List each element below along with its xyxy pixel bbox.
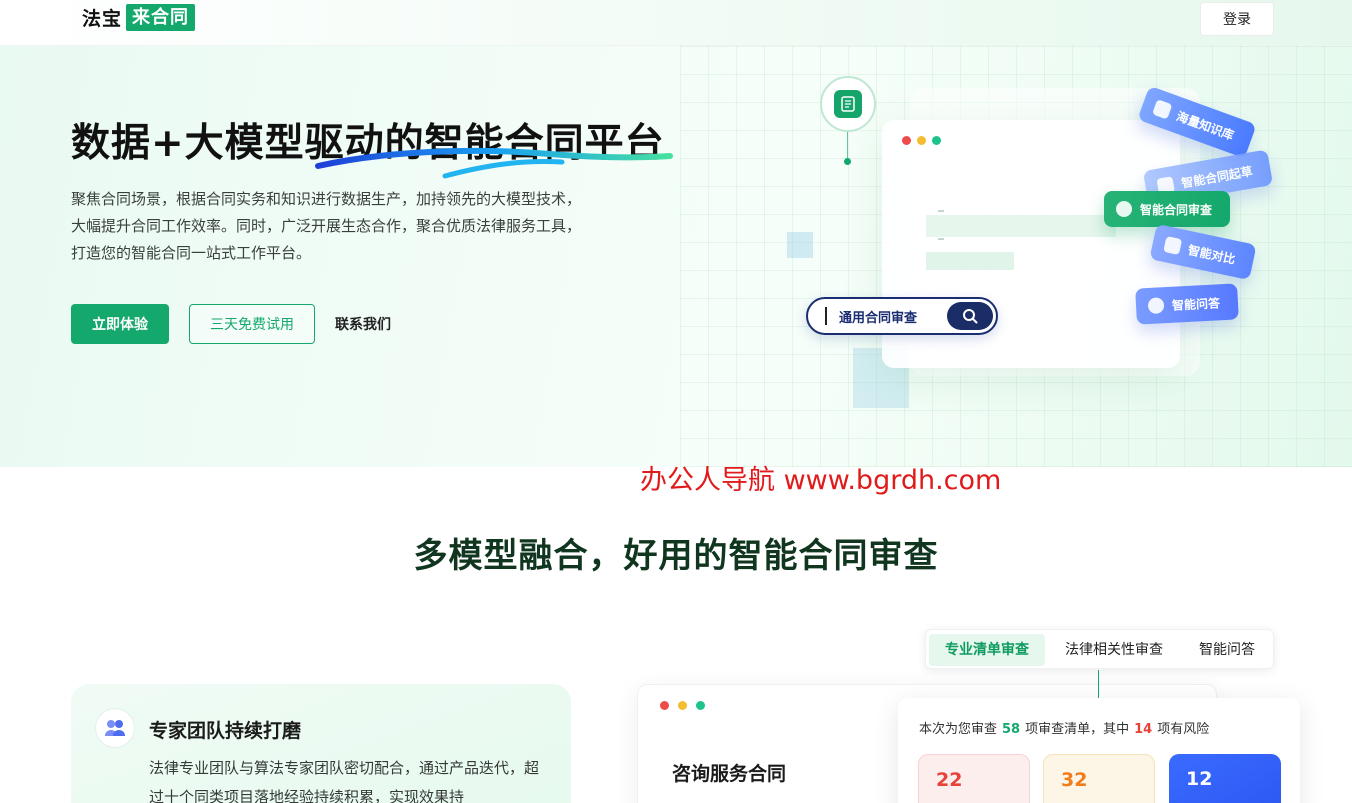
- window-dot-red: [902, 136, 911, 145]
- review-result-panel: 本次为您审查 58 项审查清单，其中 14 项有风险 22 32 12: [898, 698, 1300, 803]
- title-underline-swoosh: [315, 147, 673, 179]
- decor-square: [787, 232, 813, 258]
- tab-legal-relevance[interactable]: 法律相关性审查: [1053, 634, 1175, 666]
- free-trial-button[interactable]: 三天免费试用: [189, 304, 315, 344]
- question-icon: [1147, 297, 1165, 315]
- text-cursor-icon: [938, 210, 944, 240]
- review-tabs: 专业清单审查 法律相关性审查 智能问答: [925, 629, 1274, 669]
- logo-prefix: 法宝: [82, 7, 123, 30]
- window-dot-green: [932, 136, 941, 145]
- window-dot-yellow: [917, 136, 926, 145]
- review-icon: [1116, 201, 1132, 217]
- watermark-text: 办公人导航 www.bgrdh.com: [640, 465, 1002, 496]
- placeholder-bar: [926, 252, 1014, 270]
- feature-card-description: 法律专业团队与算法专家团队密切配合，通过产品迭代，超过十个同类项目落地经验持续积…: [149, 759, 540, 803]
- contact-us-link[interactable]: 联系我们: [335, 304, 391, 344]
- try-now-button[interactable]: 立即体验: [71, 304, 169, 344]
- document-check-icon: [834, 90, 862, 118]
- checklist-count: 58: [1002, 722, 1021, 737]
- search-icon: [963, 309, 978, 324]
- pin-line: [847, 132, 848, 160]
- risk-count: 14: [1134, 722, 1153, 737]
- caret-icon: [825, 307, 827, 325]
- hero-description: 聚焦合同场景，根据合同实务和知识进行数据生产，加持领先的大模型技术，大幅提升合同…: [71, 190, 582, 262]
- tag-contract-review: 智能合同审查: [1104, 191, 1231, 227]
- section-title: 多模型融合，好用的智能合同审查: [413, 536, 939, 576]
- tab-qa[interactable]: 智能问答: [1184, 634, 1270, 666]
- feature-card: 专家团队持续打磨 法律专业团队与算法专家团队密切配合，通过产品迭代，超过十个同类…: [71, 684, 571, 803]
- stat-card-medium-risk[interactable]: 32: [1043, 754, 1155, 803]
- placeholder-bar: [926, 215, 1116, 237]
- hero-search-text: 通用合同审查: [839, 311, 918, 326]
- logo-name: 来合同: [126, 3, 196, 31]
- stat-card-high-risk[interactable]: 22: [918, 754, 1030, 803]
- window-dot-green: [696, 701, 705, 710]
- login-button[interactable]: 登录: [1200, 2, 1274, 36]
- book-icon: [1151, 99, 1173, 120]
- hero-section: 数据+大模型驱动的智能合同平台 聚焦合同场景，根据合同实务和知识进行数据生产，加…: [0, 46, 1352, 467]
- pin-dot: [844, 158, 851, 165]
- window-dot-red: [660, 701, 669, 710]
- tag-qa: 智能问答: [1135, 283, 1239, 325]
- logo[interactable]: 法宝 来合同: [82, 3, 196, 31]
- stat-card-info[interactable]: 12: [1169, 754, 1281, 803]
- hero-search-box[interactable]: 通用合同审查: [806, 297, 998, 335]
- top-nav: 法宝 来合同 登录: [0, 0, 1352, 46]
- pin-badge: [820, 76, 876, 132]
- review-summary: 本次为您审查 58 项审查清单，其中 14 项有风险: [919, 722, 1210, 737]
- contract-title: 咨询服务合同: [672, 763, 787, 785]
- tab-checklist-review[interactable]: 专业清单审查: [929, 634, 1045, 666]
- team-icon: [95, 708, 135, 748]
- window-dot-yellow: [678, 701, 687, 710]
- feature-card-title: 专家团队持续打磨: [149, 720, 302, 742]
- compare-icon: [1163, 236, 1183, 256]
- search-button[interactable]: [947, 302, 993, 330]
